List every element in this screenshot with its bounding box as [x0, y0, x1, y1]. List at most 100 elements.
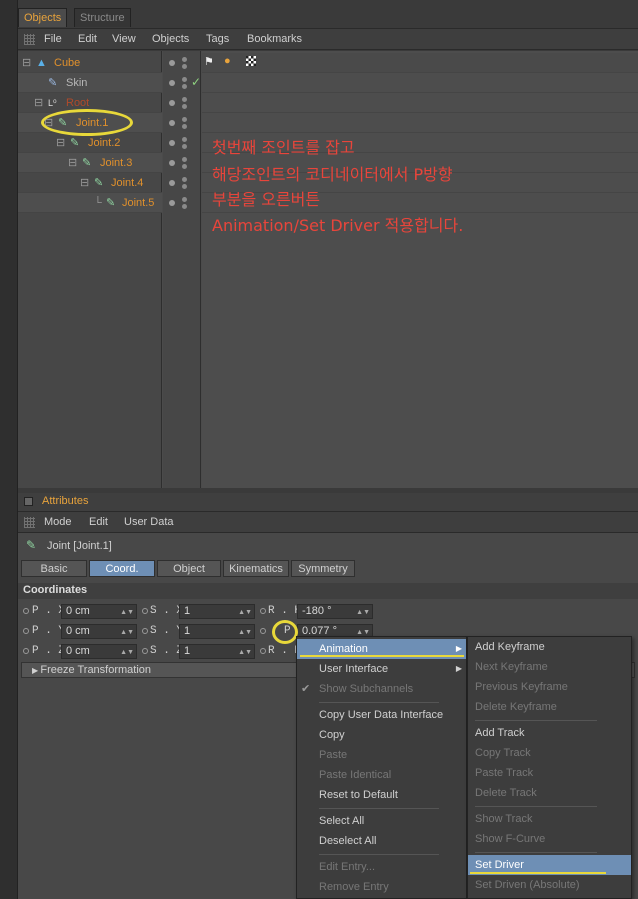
tree-branch-icon: └ [94, 197, 102, 209]
visibility-toggle[interactable] [163, 133, 201, 153]
sx-field[interactable]: 1 ▲▼ [179, 604, 255, 619]
animate-dot[interactable] [142, 608, 148, 614]
visibility-toggle[interactable] [163, 173, 201, 193]
visibility-toggle[interactable] [163, 93, 201, 113]
tab-kinematics[interactable]: Kinematics [223, 560, 289, 577]
animate-dot[interactable] [23, 628, 29, 634]
menu-item-edit-entry[interactable]: Edit Entry... [297, 857, 466, 877]
joint-icon: ✎ [82, 157, 92, 169]
animate-dot[interactable] [260, 648, 266, 654]
menu-item-remove-entry[interactable]: Remove Entry [297, 877, 466, 897]
menu-mode[interactable]: Mode [44, 516, 72, 528]
menu-item-select-all[interactable]: Select All [297, 811, 466, 831]
animate-dot[interactable] [260, 608, 266, 614]
grip-icon[interactable] [24, 517, 35, 528]
tree-row-joint3[interactable]: ⊟ ✎ Joint.3 [18, 153, 162, 173]
menu-view[interactable]: View [112, 33, 136, 45]
phong-tag-icon[interactable]: ⚑ [204, 55, 214, 68]
joint-icon: ✎ [94, 177, 104, 189]
annotation-underline [300, 655, 464, 657]
menu-item-add-track[interactable]: Add Track [468, 723, 631, 743]
menu-item-show-track[interactable]: Show Track [468, 809, 631, 829]
separator [475, 852, 597, 853]
visibility-toggle[interactable] [163, 113, 201, 133]
tree-label: Cube [54, 57, 81, 69]
menu-item-next-keyframe[interactable]: Next Keyframe [468, 657, 631, 677]
menu-item-previous-keyframe[interactable]: Previous Keyframe [468, 677, 631, 697]
menu-item-delete-keyframe[interactable]: Delete Keyframe [468, 697, 631, 717]
visibility-toggle[interactable] [163, 153, 201, 173]
menu-bookmarks[interactable]: Bookmarks [247, 33, 302, 45]
texture-tag-icon[interactable]: ● [224, 55, 231, 67]
tree-row-joint4[interactable]: ⊟ ✎ Joint.4 [18, 173, 162, 193]
visibility-toggle[interactable]: ✓ [163, 73, 201, 93]
tree-row-skin[interactable]: ✎ Skin [18, 73, 162, 93]
left-side-panel [0, 0, 18, 899]
menu-item-reset-to-default[interactable]: Reset to Default [297, 785, 466, 805]
sy-field[interactable]: 1 ▲▼ [179, 624, 255, 639]
annotation-line-1: 첫번째 조인트를 잡고 [212, 138, 355, 157]
cube-icon: ▲ [36, 57, 47, 69]
tab-objects[interactable]: Objects [18, 8, 68, 27]
menu-item-deselect-all[interactable]: Deselect All [297, 831, 466, 851]
menu-item-copy-user-data-interface[interactable]: Copy User Data Interface [297, 705, 466, 725]
tab-coord[interactable]: Coord. [89, 560, 155, 577]
menu-item-paste-identical[interactable]: Paste Identical [297, 765, 466, 785]
menu-item-paste-track[interactable]: Paste Track [468, 763, 631, 783]
menu-item-show-f-curve[interactable]: Show F-Curve [468, 829, 631, 849]
menu-edit[interactable]: Edit [89, 516, 108, 528]
separator [319, 702, 439, 703]
sz-field[interactable]: 1 ▲▼ [179, 644, 255, 659]
panel-icon [24, 497, 33, 506]
annotation-circle-p [272, 620, 298, 644]
annotation-line-2: 해당조인트의 코디네이터에서 P방향 [212, 165, 453, 184]
menu-item-copy-track[interactable]: Copy Track [468, 743, 631, 763]
py-field[interactable]: 0 cm ▲▼ [61, 624, 137, 639]
tab-symmetry[interactable]: Symmetry [291, 560, 355, 577]
grip-icon[interactable] [24, 34, 35, 45]
joint-icon: ✎ [70, 137, 80, 149]
skin-icon: ✎ [48, 77, 58, 89]
pz-field[interactable]: 0 cm ▲▼ [61, 644, 137, 659]
attributes-title: Attributes [42, 495, 89, 507]
menu-edit[interactable]: Edit [78, 33, 97, 45]
tree-branch-icon: ⊟ [80, 177, 90, 189]
menu-item-set-driven-absolute[interactable]: Set Driven (Absolute) [468, 875, 631, 895]
menu-item-show-subchannels[interactable]: ✔ Show Subchannels [297, 679, 466, 699]
tree-branch-icon: ⊟ [56, 137, 66, 149]
object-label: Joint [Joint.1] [47, 540, 112, 552]
animate-dot[interactable] [23, 648, 29, 654]
animate-dot[interactable] [142, 648, 148, 654]
animate-dot[interactable] [260, 628, 266, 634]
separator [319, 854, 439, 855]
tag-row [202, 93, 638, 113]
menu-user-data[interactable]: User Data [124, 516, 174, 528]
menu-item-delete-track[interactable]: Delete Track [468, 783, 631, 803]
animate-dot[interactable] [142, 628, 148, 634]
joint-icon: ✎ [106, 197, 116, 209]
menu-tags[interactable]: Tags [206, 33, 229, 45]
menu-item-user-interface[interactable]: User Interface ▶ [297, 659, 466, 679]
tab-structure[interactable]: Structure [74, 8, 131, 27]
tab-object[interactable]: Object [157, 560, 221, 577]
menu-item-copy[interactable]: Copy [297, 725, 466, 745]
menu-item-paste[interactable]: Paste [297, 745, 466, 765]
tree-row-joint5[interactable]: └ ✎ Joint.5 [18, 193, 162, 213]
joint-icon: ✎ [26, 538, 37, 552]
tree-label: Skin [66, 77, 88, 89]
tree-row-cube[interactable]: ⊟ ▲ Cube [18, 53, 162, 73]
animate-dot[interactable] [23, 608, 29, 614]
px-field[interactable]: 0 cm ▲▼ [61, 604, 137, 619]
visibility-toggle[interactable] [163, 53, 201, 73]
checker-tag-icon[interactable] [246, 56, 256, 66]
menu-file[interactable]: File [44, 33, 62, 45]
tab-basic[interactable]: Basic [21, 560, 87, 577]
visibility-toggle[interactable] [163, 193, 201, 213]
rh-field[interactable]: -180 ° ▲▼ [297, 604, 373, 619]
menu-item-add-keyframe[interactable]: Add Keyframe [468, 637, 631, 657]
tree-row-joint2[interactable]: ⊟ ✎ Joint.2 [18, 133, 162, 153]
attributes-header: Attributes [18, 493, 638, 511]
tag-row [202, 113, 638, 133]
separator [475, 720, 597, 721]
menu-objects[interactable]: Objects [152, 33, 189, 45]
